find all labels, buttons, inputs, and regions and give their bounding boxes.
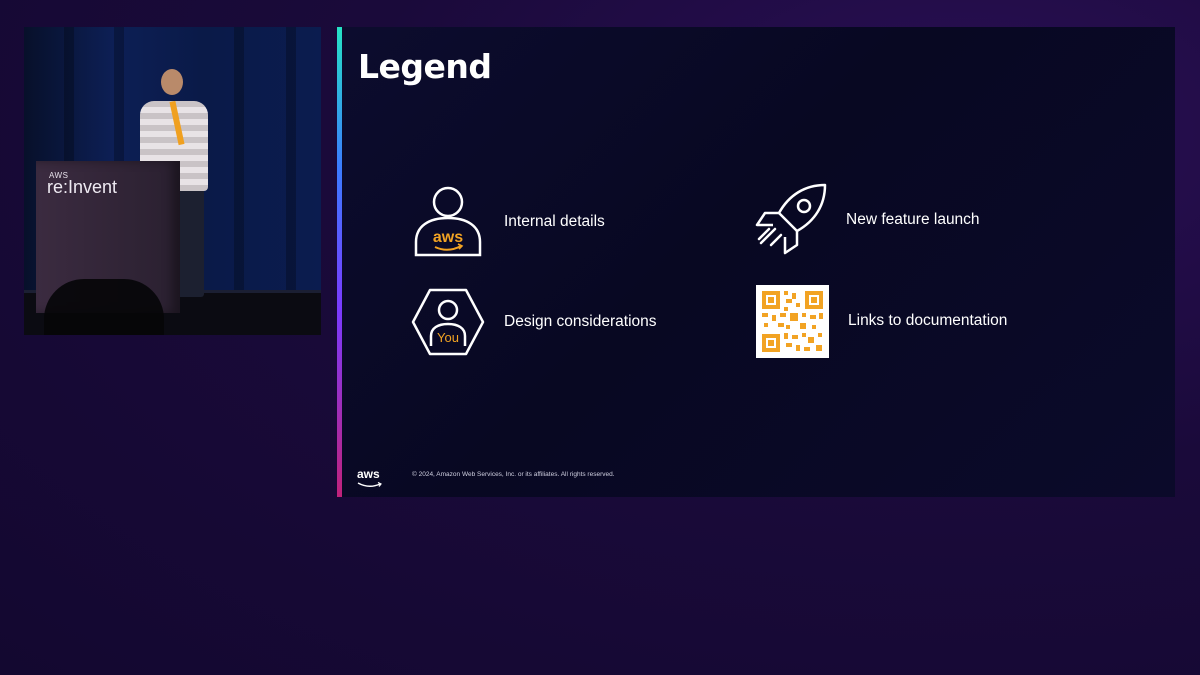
aws-logo: aws (357, 467, 380, 481)
speaker-video: AWS re:Invent (24, 27, 321, 335)
legend-item-links-to-documentation: Links to documentation (755, 284, 1007, 358)
aws-smile-icon (357, 482, 382, 487)
podium-reinvent-label: re:Invent (47, 177, 118, 197)
icon-you-text: You (437, 330, 459, 345)
legend-item-design-considerations: You Design considerations (411, 285, 657, 359)
speaker-head (161, 69, 183, 95)
slide-title: Legend (358, 47, 492, 86)
curtain-fold (286, 27, 296, 335)
legend-label: New feature launch (846, 211, 980, 228)
person-aws-icon: aws (411, 185, 485, 259)
legend-item-new-feature-launch: New feature launch (753, 183, 980, 257)
presentation-slide: Legend aws Internal details New feature … (337, 27, 1175, 497)
legend-label: Internal details (504, 213, 605, 230)
legend-label: Design considerations (504, 313, 657, 330)
copyright-notice: © 2024, Amazon Web Services, Inc. or its… (412, 471, 615, 478)
legend-label: Links to documentation (848, 312, 1008, 329)
audience-silhouette (44, 279, 164, 335)
slide-accent-bar (337, 27, 342, 497)
legend-item-internal-details: aws Internal details (411, 185, 605, 259)
curtain-fold (234, 27, 244, 335)
rocket-icon (753, 183, 827, 257)
qr-code-icon (755, 284, 829, 358)
person-hexagon-you-icon: You (411, 285, 485, 359)
